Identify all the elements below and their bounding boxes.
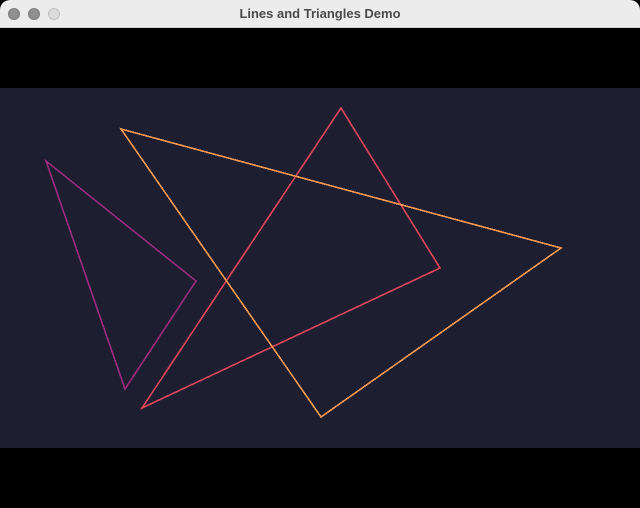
triangle-canvas bbox=[44, 106, 563, 419]
render-area bbox=[0, 28, 640, 508]
render-viewport bbox=[0, 88, 640, 448]
title-bar[interactable]: Lines and Triangles Demo bbox=[0, 0, 640, 28]
triangle-red bbox=[139, 106, 442, 410]
app-window: Lines and Triangles Demo bbox=[0, 0, 640, 508]
triangle-purple bbox=[44, 158, 198, 391]
window-title: Lines and Triangles Demo bbox=[239, 6, 401, 21]
